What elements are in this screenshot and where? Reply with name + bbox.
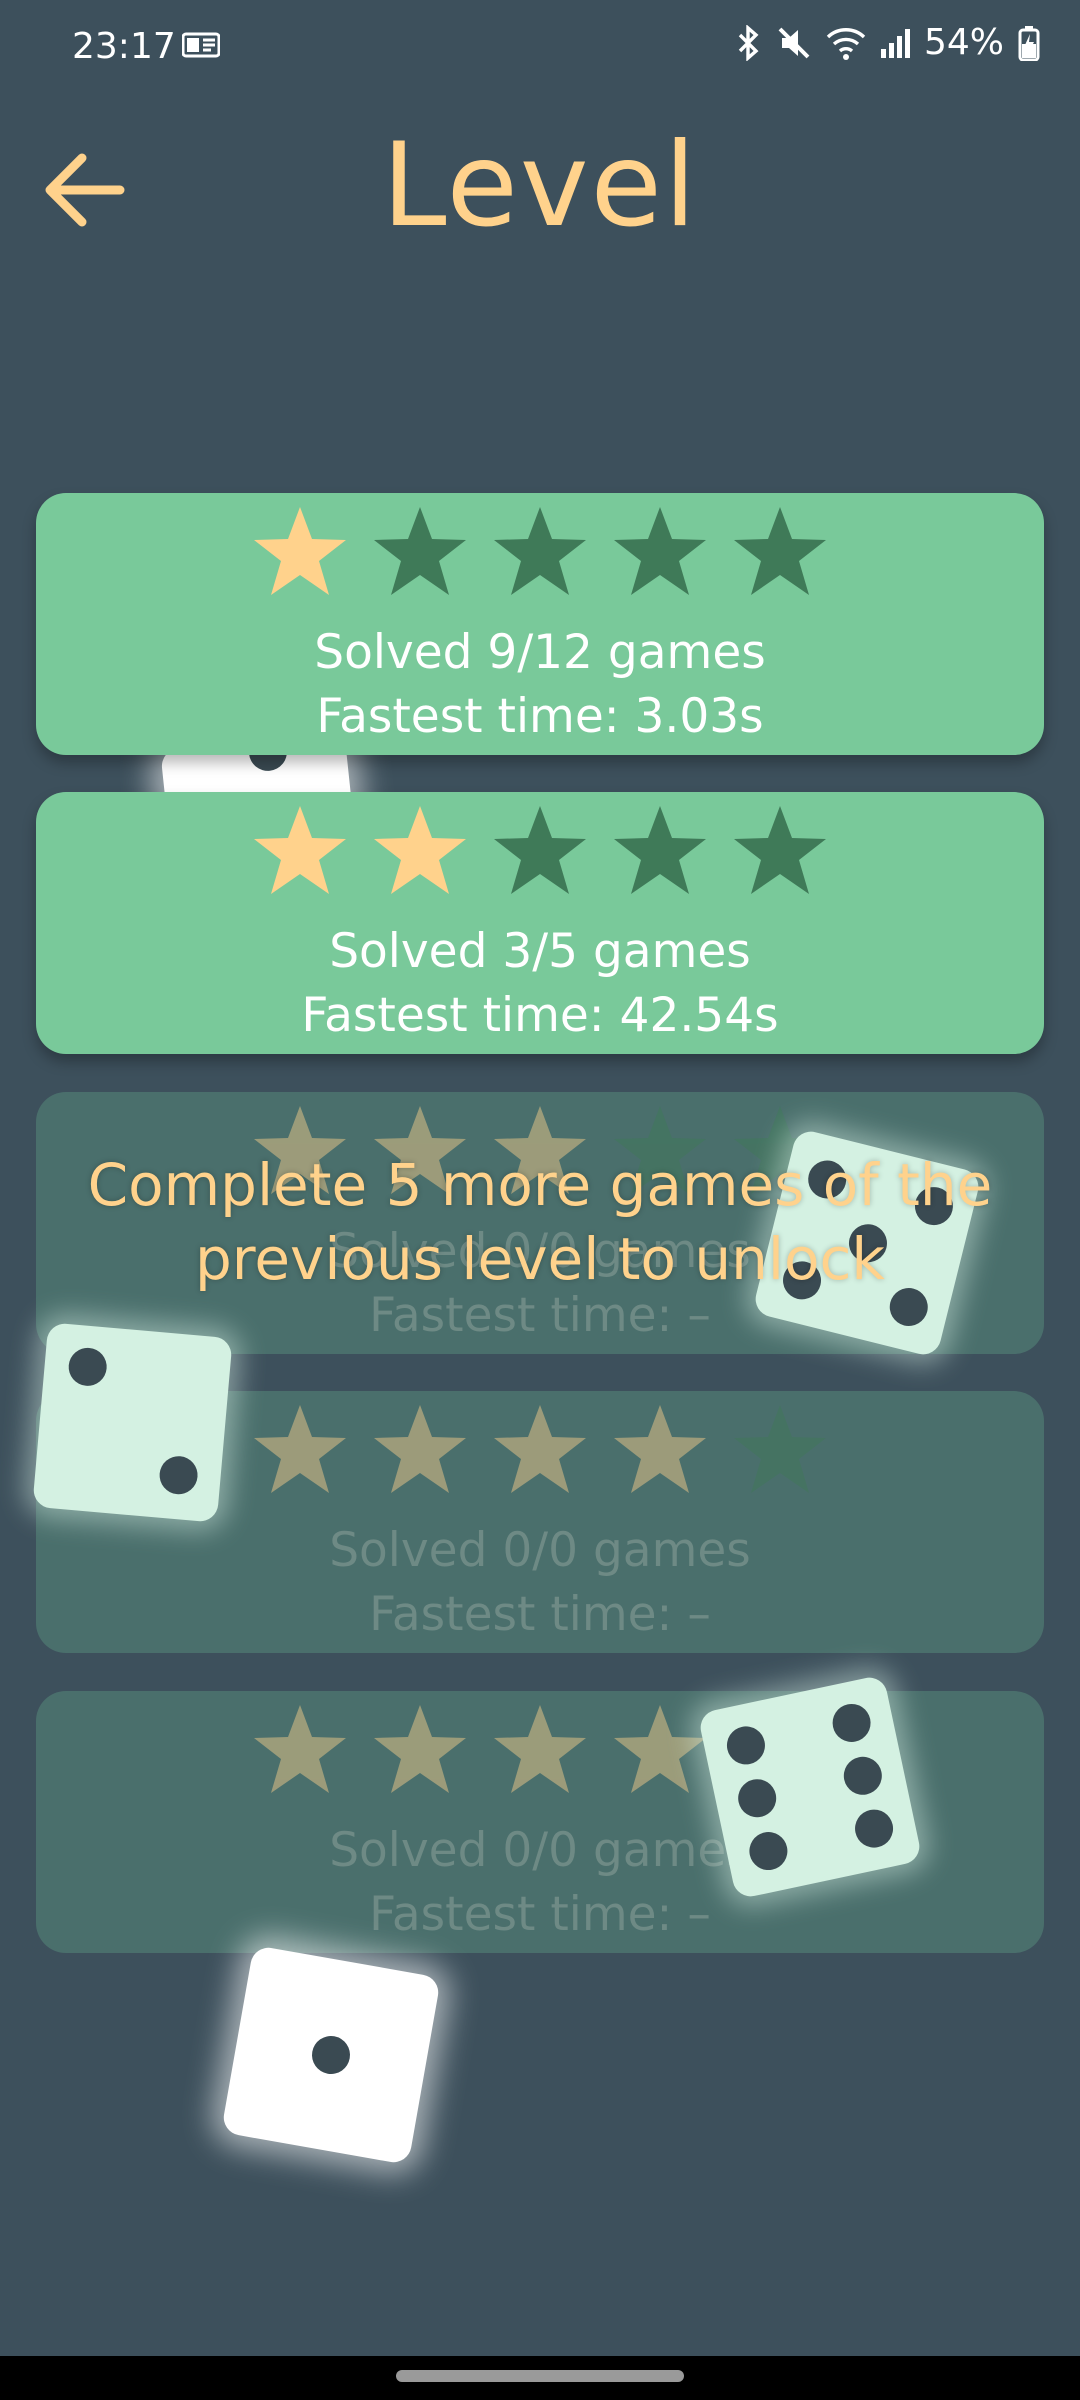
mute-icon [778,27,810,58]
solved-count: Solved 3/5 games [329,924,751,979]
star-filled-icon [251,802,349,900]
star-empty-icon [491,802,589,900]
fastest-time: Fastest time: 3.03s [316,689,764,744]
signal-icon [880,28,910,58]
level-card-2[interactable]: Solved 3/5 games Fastest time: 42.54s [36,792,1044,1054]
solved-count: Solved 0/0 games [329,1523,751,1578]
fastest-time: Fastest time: 42.54s [301,988,779,1043]
star-filled-icon [251,503,349,601]
solved-count: Solved 9/12 games [314,625,766,680]
status-bar: 23:17 54% [0,0,1080,96]
level-screen: 23:17 54% Level Solved 9/12 games Fastes… [0,0,1080,2400]
home-handle[interactable] [396,2370,684,2382]
unlock-message: Complete 5 more games of the previous le… [87,1151,993,1293]
star-filled-icon [491,1701,589,1799]
star-filled-icon [371,802,469,900]
fastest-time: Fastest time: – [369,1887,711,1942]
star-empty-icon [611,802,709,900]
star-filled-icon [251,1701,349,1799]
level-card-1[interactable]: Solved 9/12 games Fastest time: 3.03s [36,493,1044,755]
star-filled-icon [371,1701,469,1799]
notification-icon [182,32,220,58]
battery-percent: 54% [923,22,1004,63]
star-empty-icon [731,503,829,601]
star-empty-icon [731,802,829,900]
star-rating [36,503,1044,601]
star-filled-icon [251,1401,349,1499]
die-two [32,1322,233,1523]
star-empty-icon [611,503,709,601]
die-six [697,1674,923,1900]
die-one [220,1944,442,2166]
star-filled-icon [491,1401,589,1499]
star-filled-icon [611,1401,709,1499]
status-icons: 54% [736,22,1040,63]
navigation-bar [0,2356,1080,2400]
star-empty-icon [491,503,589,601]
fastest-time: Fastest time: – [369,1587,711,1642]
star-filled-icon [611,1701,709,1799]
star-empty-icon [371,503,469,601]
page-title: Level [381,118,699,253]
wifi-icon [826,27,866,60]
bluetooth-icon [738,24,759,61]
star-filled-icon [371,1401,469,1499]
battery-icon [1018,25,1040,61]
status-time: 23:17 [72,26,176,67]
star-rating [36,802,1044,900]
star-empty-icon [731,1401,829,1499]
